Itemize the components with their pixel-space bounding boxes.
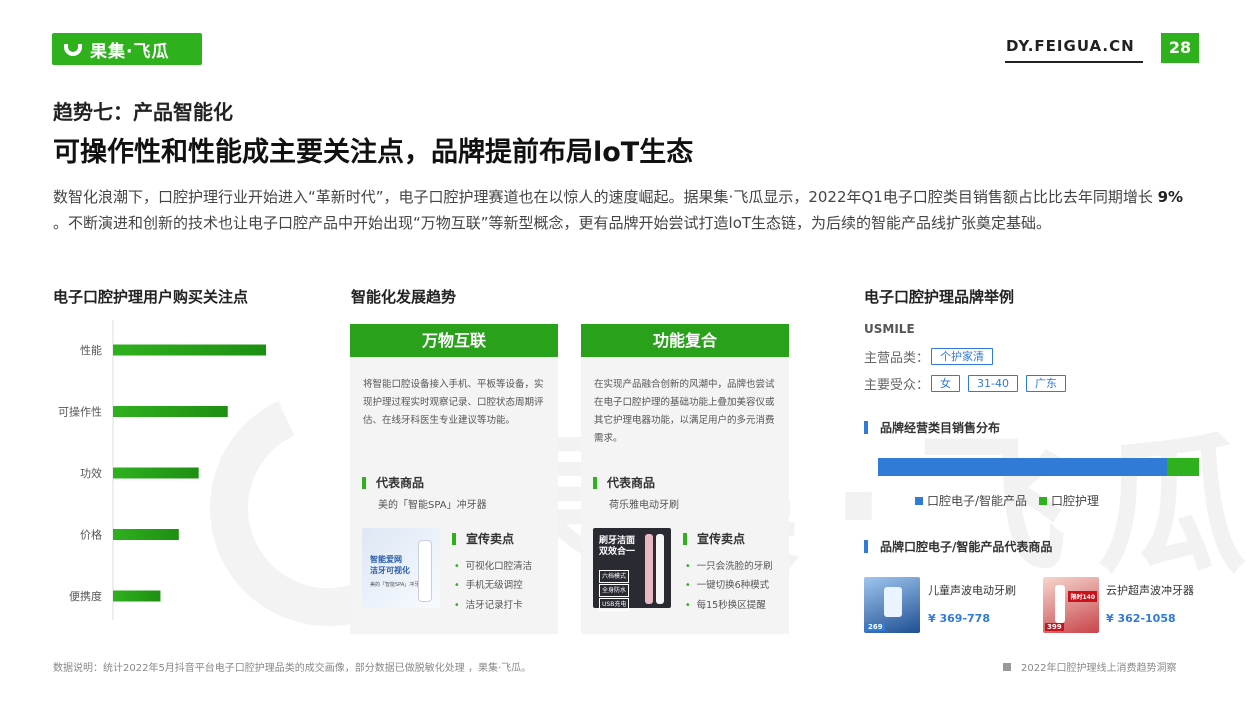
legend-label: 口腔护理 [1051, 494, 1100, 508]
trend-card-multifunction: 功能复合 在实现产品融合创新的风潮中，品牌也尝试在电子口腔护理的基础功能上叠加美… [581, 324, 789, 634]
bar-2 [113, 406, 228, 417]
sales-distribution-heading: 品牌经营类目销售分布 [864, 419, 1000, 436]
audience-tag: 广东 [1025, 375, 1066, 392]
card-description: 在实现产品融合创新的风潮中，品牌也尝试在电子口腔护理的基础功能上叠加美容仪或其它… [594, 379, 775, 444]
card-description: 将智能口腔设备接入手机、平板等设备，实现护理过程实时观察记录、口腔状态周期评估、… [363, 379, 544, 426]
selling-points-heading: 宣传卖点 [683, 530, 745, 547]
brand-name: USMILE [864, 322, 915, 336]
legend-label: 口腔电子/智能产品 [927, 494, 1028, 508]
distribution-segment [878, 458, 1167, 476]
selling-point: 可视化口腔清洁 [454, 558, 533, 572]
category-tag: 个护家清 [931, 348, 994, 365]
rep-product-price: ¥ 369-778 [928, 612, 990, 625]
bar-4 [113, 529, 179, 540]
report-name: 2022年口腔护理线上消费趋势洞察 [1003, 659, 1176, 674]
smart-trend-title: 智能化发展趋势 [351, 288, 457, 306]
selling-point: 每15秒换区提醒 [685, 597, 766, 611]
selling-point: 一只会洗脸的牙刷 [685, 558, 773, 572]
category-label: 可操作性 [58, 405, 102, 419]
category-label: 功效 [80, 466, 102, 480]
selling-point: 手机无级调控 [454, 577, 523, 591]
intro-text-1: 数智化浪潮下，口腔护理行业开始进入“革新时代”，电子口腔护理赛道也在以惊人的速度… [53, 188, 1158, 206]
rep-product-heading: 代表商品 [593, 474, 655, 491]
brand-logo: 果集·飞瓜 [52, 33, 202, 65]
distribution-segment [1166, 458, 1199, 476]
purchase-focus-chart: 性能可操作性功效价格便携度 [58, 320, 266, 620]
data-footnote: 数据说明：统计2022年5月抖音平台电子口腔护理品类的成交画像，部分数据已做脱敏… [53, 663, 532, 674]
rep-product-heading: 代表商品 [362, 474, 424, 491]
intro-highlight: 9% [1157, 188, 1184, 206]
page-title: 可操作性和性能成主要关注点，品牌提前布局loT生态 [53, 137, 694, 168]
water-flosser-image: 限时140 399 [1043, 577, 1099, 633]
irrigator-product-image: 智能爱网 洁牙可视化 美的「智能SPA」冲牙器 [362, 528, 440, 608]
card-title: 万物互联 [350, 324, 558, 357]
kids-toothbrush-image: 269 [864, 577, 920, 633]
page-number: 28 [1161, 33, 1199, 63]
brand-audience-row: 主要受众： 女 31-40 广东 [864, 374, 1066, 393]
rep-product-price: ¥ 362-1058 [1106, 612, 1176, 625]
rep-product-name: 儿童声波电动牙刷 [928, 584, 1016, 597]
rep-product-name: 美的「智能SPA」冲牙器 [378, 500, 487, 511]
logo-text: 果集·飞瓜 [90, 41, 170, 62]
brand-category-row: 主营品类： 个护家清 [864, 347, 994, 366]
selling-point: 一键切换6种模式 [685, 577, 770, 591]
trend-kicker: 趋势七：产品智能化 [53, 100, 233, 124]
intro-text-2: 。不断演进和创新的技术也让电子口腔产品中开始出现“万物互联”等新型概念，更有品牌… [53, 214, 1052, 232]
trend-card-iot: 万物互联 将智能口腔设备接入手机、平板等设备，实现护理过程实时观察记录、口腔状态… [350, 324, 558, 634]
site-underline [1005, 61, 1143, 63]
category-label: 便携度 [69, 589, 102, 603]
rep-products-heading: 品牌口腔电子/智能产品代表商品 [864, 538, 1052, 555]
rep-product-name: 荷乐雅电动牙刷 [609, 500, 679, 511]
audience-tag: 女 [931, 375, 961, 392]
toothbrush-product-image: 刷牙洁面 双效合一 六档模式 全身防水 USB充电 [593, 528, 671, 611]
bar-1 [113, 344, 266, 356]
sales-distribution-bar [878, 458, 1199, 476]
audience-tag: 31-40 [968, 375, 1018, 392]
site-url: DY.FEIGUA.CN [1006, 37, 1135, 55]
category-label: 价格 [80, 528, 102, 542]
card-title: 功能复合 [581, 324, 789, 357]
legend-swatch [915, 496, 923, 505]
category-label: 性能 [80, 343, 102, 357]
selling-points-heading: 宣传卖点 [452, 530, 514, 547]
rep-product-name: 云护超声波冲牙器 [1106, 584, 1194, 597]
purchase-focus-title: 电子口腔护理用户购买关注点 [53, 288, 249, 306]
bar-5 [113, 590, 161, 602]
brand-example-title: 电子口腔护理品牌举例 [864, 288, 1015, 306]
intro-paragraph: 数智化浪潮下，口腔护理行业开始进入“革新时代”，电子口腔护理赛道也在以惊人的速度… [53, 184, 1201, 236]
distribution-legend: 口腔电子/智能产品 口腔护理 [915, 492, 1099, 509]
bar-3 [113, 467, 199, 479]
logo-smile-icon [64, 44, 82, 56]
legend-swatch [1039, 496, 1048, 505]
selling-point: 洁牙记录打卡 [454, 597, 523, 611]
